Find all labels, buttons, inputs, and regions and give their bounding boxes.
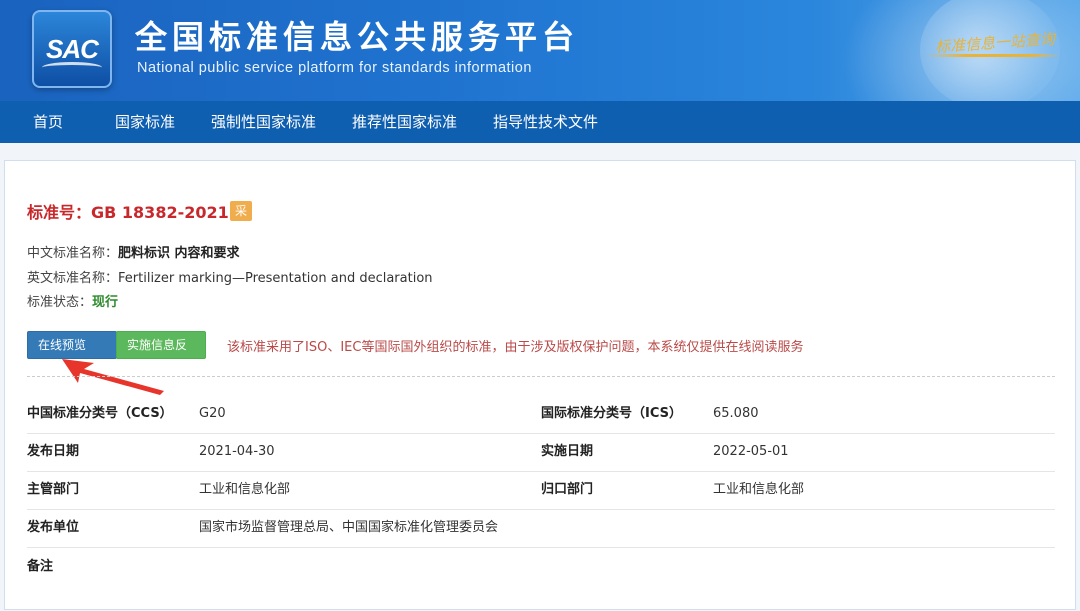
ccs-label: 中国标准分类号（CCS）	[27, 406, 173, 421]
owner-label: 归口部门	[541, 482, 594, 497]
remark-label: 备注	[27, 559, 54, 574]
standard-number-label: 标准号：	[27, 203, 92, 222]
ics-value: 65.080	[713, 406, 759, 421]
adopted-badge: 采	[230, 201, 252, 221]
owner-value: 工业和信息化部	[713, 482, 805, 497]
en-name-line: 英文标准名称：Fertilizer marking—Presentation a…	[27, 267, 433, 286]
cn-name-label: 中文标准名称：	[27, 246, 119, 261]
logo-text: SAC	[46, 34, 99, 64]
logo-swoosh	[42, 62, 102, 73]
feedback-button[interactable]: 实施信息反馈	[116, 331, 206, 378]
section-divider	[27, 376, 1055, 377]
ics-label: 国际标准分类号（ICS）	[541, 406, 682, 421]
nav-item-mandatory-standards[interactable]: 强制性国家标准	[211, 101, 316, 143]
site-title: 全国标准信息公共服务平台	[135, 18, 580, 56]
en-name-value: Fertilizer marking—Presentation and decl…	[118, 271, 433, 286]
main-nav: 首页 国家标准 强制性国家标准 推荐性国家标准 指导性技术文件	[0, 101, 1080, 143]
dept-value: 工业和信息化部	[199, 482, 291, 497]
online-preview-button[interactable]: 在线预览	[27, 331, 117, 359]
nav-item-recommended-standards[interactable]: 推荐性国家标准	[352, 101, 457, 143]
impl-date-label: 实施日期	[541, 444, 594, 459]
standard-number-value: GB 18382-2021	[91, 203, 229, 222]
ccs-value: G20	[199, 406, 226, 421]
cn-name-value: 肥料标识 内容和要求	[118, 246, 240, 261]
issuer-value: 国家市场监督管理总局、中国国家标准化管理委员会	[199, 520, 499, 535]
publish-date-value: 2021-04-30	[199, 444, 275, 459]
impl-date-value: 2022-05-01	[713, 444, 789, 459]
en-name-label: 英文标准名称：	[27, 271, 119, 286]
status-line: 标准状态：现行	[27, 291, 118, 310]
status-value: 现行	[92, 295, 119, 310]
detail-row: 主管部门 工业和信息化部 归口部门 工业和信息化部	[27, 471, 1055, 510]
issuer-label: 发布单位	[27, 520, 80, 535]
site-subtitle: National public service platform for sta…	[137, 60, 532, 76]
pointer-arrow-icon	[62, 359, 164, 395]
standard-number: 标准号：GB 18382-2021	[27, 199, 229, 223]
nav-item-national-standards[interactable]: 国家标准	[115, 101, 175, 143]
detail-row: 中国标准分类号（CCS） G20 国际标准分类号（ICS） 65.080	[27, 395, 1055, 434]
dept-label: 主管部门	[27, 482, 80, 497]
cn-name-line: 中文标准名称：肥料标识 内容和要求	[27, 242, 240, 261]
detail-row: 备注	[27, 548, 1055, 586]
status-label: 标准状态：	[27, 295, 93, 310]
publish-date-label: 发布日期	[27, 444, 80, 459]
detail-row: 发布日期 2021-04-30 实施日期 2022-05-01	[27, 433, 1055, 472]
detail-row: 发布单位 国家市场监督管理总局、中国国家标准化管理委员会	[27, 509, 1055, 548]
site-header: SAC 全国标准信息公共服务平台 National public service…	[0, 0, 1080, 101]
sac-logo[interactable]: SAC	[32, 10, 112, 88]
copyright-notice: 该标准采用了ISO、IEC等国际国外组织的标准，由于涉及版权保护问题，本系统仅提…	[227, 340, 804, 355]
slogan-underline	[925, 54, 1060, 57]
nav-item-guidance-documents[interactable]: 指导性技术文件	[493, 101, 598, 143]
nav-item-home[interactable]: 首页	[33, 101, 63, 143]
standard-detail-panel: 标准号：GB 18382-2021 采 中文标准名称：肥料标识 内容和要求 英文…	[4, 160, 1076, 610]
